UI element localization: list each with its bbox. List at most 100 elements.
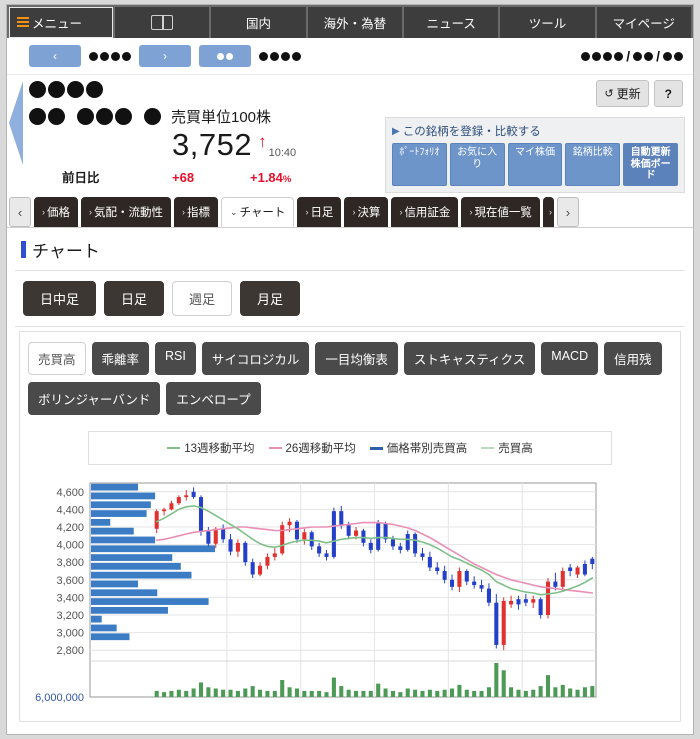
register-box-title: ▶ この銘柄を登録・比較する (392, 125, 541, 139)
stock-name-line1 (29, 81, 693, 103)
tab-indicators[interactable]: › 指標 (174, 197, 218, 227)
menu-button[interactable]: メニュー (9, 7, 113, 38)
tab-quote-liquidity[interactable]: › 気配・流動性 (81, 197, 171, 227)
refresh-icon: ↺ (604, 88, 614, 100)
gnav-label: ニュース (426, 17, 476, 31)
gnav-item-domestic[interactable]: 国内 (211, 7, 306, 38)
quote-block: ↺ 更新 ? 売買単位100株 3,752 ↑ 10:40 前日比 +68 +1… (7, 75, 693, 193)
gnav-label: ツール (528, 17, 567, 31)
gnav-item-overseas-fx[interactable]: 海外・為替 (307, 7, 402, 38)
tabs-scroll-left-button[interactable]: ‹ (9, 197, 31, 227)
svg-text:3,000: 3,000 (56, 628, 84, 640)
stock-code-redacted (29, 108, 161, 125)
prev-label-redacted (89, 51, 131, 61)
period-monthly-button[interactable]: 月足 (240, 281, 301, 316)
indicator-volume-button[interactable]: 売買高 (28, 342, 86, 375)
gnav-item-library[interactable] (115, 7, 210, 38)
indicator-rsi-button[interactable]: RSI (155, 342, 196, 375)
stock-compare-button[interactable]: 銘柄比較 (565, 143, 621, 186)
tab-price[interactable]: › 価格 (34, 197, 78, 227)
indicator-envelope-button[interactable]: エンベロープ (166, 382, 261, 415)
indicator-macd-button[interactable]: MACD (541, 342, 599, 375)
indicator-deviation-button[interactable]: 乖離率 (91, 342, 150, 375)
refresh-button[interactable]: ↺ 更新 (596, 80, 649, 107)
indicator-margin-balance-button[interactable]: 信用残 (604, 342, 662, 375)
section-marker-icon (21, 241, 26, 258)
legend-item-ma13: 13週移動平均 (167, 440, 255, 456)
indicator-stochastics-button[interactable]: ストキャスティクス (403, 342, 536, 375)
divider (15, 326, 685, 327)
my-stock-price-button[interactable]: マイ株価 (507, 143, 563, 186)
change-value: +68 (172, 170, 195, 185)
svg-text:3,400: 3,400 (56, 592, 84, 604)
legend-item-ma26: 26週移動平均 (268, 440, 356, 456)
legend-swatch (167, 447, 181, 449)
indicator-bollinger-button[interactable]: ボリンジャーバンド (28, 382, 161, 415)
menu-button-label: メニュー (32, 17, 83, 31)
change-percent: +1.84% (250, 170, 292, 185)
tab-earnings[interactable]: › 決算 (344, 197, 389, 227)
indicator-row-2: ボリンジャーバンド エンベロープ (28, 382, 672, 415)
svg-text:3,200: 3,200 (56, 610, 84, 622)
quote-time: 10:40 (268, 147, 297, 159)
favorites-button[interactable]: お気に入り (449, 143, 505, 186)
svg-text:3,800: 3,800 (56, 557, 84, 569)
app-window: メニュー 国内 海外・為替 ニュース ツール マイページ ‹ › / / ↺ 更… (6, 4, 694, 735)
gnav-item-mypage[interactable]: マイページ (596, 7, 691, 38)
price-up-arrow-icon: ↑ (258, 132, 267, 151)
triangle-right-icon: ▶ (392, 125, 400, 137)
portfolio-button[interactable]: ﾎﾟｰﾄﾌｫﾘｵ (392, 143, 447, 186)
help-button[interactable]: ? (653, 80, 683, 107)
register-buttons: ﾎﾟｰﾄﾌｫﾘｵ お気に入り マイ株価 銘柄比較 自動更新 株価ボード (392, 143, 678, 186)
svg-text:4,600: 4,600 (56, 487, 84, 499)
prev-button[interactable]: ‹ (29, 45, 81, 67)
legend-item-volume: 売買高 (481, 440, 533, 456)
gnav-label: マイページ (612, 17, 675, 31)
gnav-item-news[interactable]: ニュース (403, 7, 499, 38)
date-redacted: / / (581, 48, 683, 64)
current-price: 3,752 (172, 127, 253, 162)
gnav-item-tools[interactable]: ツール (500, 7, 595, 38)
svg-text:3,600: 3,600 (56, 575, 84, 587)
tab-margin-loan[interactable]: › 信用証金 (391, 197, 459, 227)
chart-legend: 13週移動平均 26週移動平均 価格帯別売買高 売買高 (88, 431, 612, 465)
svg-text:6,000,000: 6,000,000 (35, 692, 84, 704)
chart-svg[interactable]: 4,600 4,400 4,200 4,000 3,800 3,600 3,400 3,200… (28, 479, 600, 705)
tab-overflow[interactable]: › (542, 197, 554, 227)
auto-update-board-button[interactable]: 自動更新 株価ボード (623, 143, 678, 186)
list-button[interactable] (199, 45, 251, 67)
refresh-label: 更新 (616, 87, 641, 101)
tab-current-price-list[interactable]: › 現在値一覧 (461, 197, 540, 227)
gnav-label: 海外・為替 (323, 17, 387, 31)
next-label-redacted (259, 51, 301, 61)
chart-section-title: チャート (15, 228, 685, 270)
tab-daily-candle[interactable]: › 日足 (297, 197, 342, 227)
quote-tools: ↺ 更新 ? (596, 80, 683, 107)
period-intraday-button[interactable]: 日中足 (23, 281, 97, 316)
legend-item-volume-by-price: 価格帯別売買高 (369, 440, 467, 456)
svg-text:4,200: 4,200 (56, 522, 84, 534)
category-tab-bar: ‹ › 価格 › 気配・流動性 › 指標 ⌄ チャート › 日足 › 決算 › … (7, 190, 693, 227)
book-icon (151, 15, 174, 30)
tabs-scroll-right-button[interactable]: › (556, 197, 579, 227)
trade-unit-label: 売買単位100株 (171, 109, 272, 126)
indicator-ichimoku-button[interactable]: 一目均衡表 (315, 342, 398, 375)
period-daily-button[interactable]: 日足 (104, 281, 165, 316)
indicator-row-1: 売買高 乖離率 RSI サイコロジカル 一目均衡表 ストキャスティクス MACD… (28, 342, 672, 375)
chart-panel: チャート 日中足 日足 週足 月足 売買高 乖離率 RSI サイコロジカル 一目… (7, 227, 693, 722)
tab-chart[interactable]: ⌄ チャート (221, 197, 295, 227)
indicator-area: 売買高 乖離率 RSI サイコロジカル 一目均衡表 ストキャスティクス MACD… (19, 331, 681, 722)
period-selector: 日中足 日足 週足 月足 (15, 271, 685, 326)
indicator-psychological-button[interactable]: サイコロジカル (201, 342, 310, 375)
register-compare-box: ▶ この銘柄を登録・比較する ﾎﾟｰﾄﾌｫﾘｵ お気に入り マイ株価 銘柄比較 … (385, 117, 685, 193)
period-weekly-button[interactable]: 週足 (172, 281, 233, 316)
hamburger-icon (17, 16, 29, 29)
price-chart[interactable]: 4,600 4,400 4,200 4,000 3,800 3,600 3,400 3,200… (28, 479, 672, 709)
svg-text:2,800: 2,800 (56, 645, 84, 657)
legend-swatch (268, 447, 282, 449)
global-navigation-bar: メニュー 国内 海外・為替 ニュース ツール マイページ (7, 5, 693, 38)
legend-swatch (369, 446, 383, 450)
svg-text:4,000: 4,000 (56, 540, 84, 552)
next-button[interactable]: › (139, 45, 191, 67)
change-label: 前日比 (62, 171, 100, 185)
